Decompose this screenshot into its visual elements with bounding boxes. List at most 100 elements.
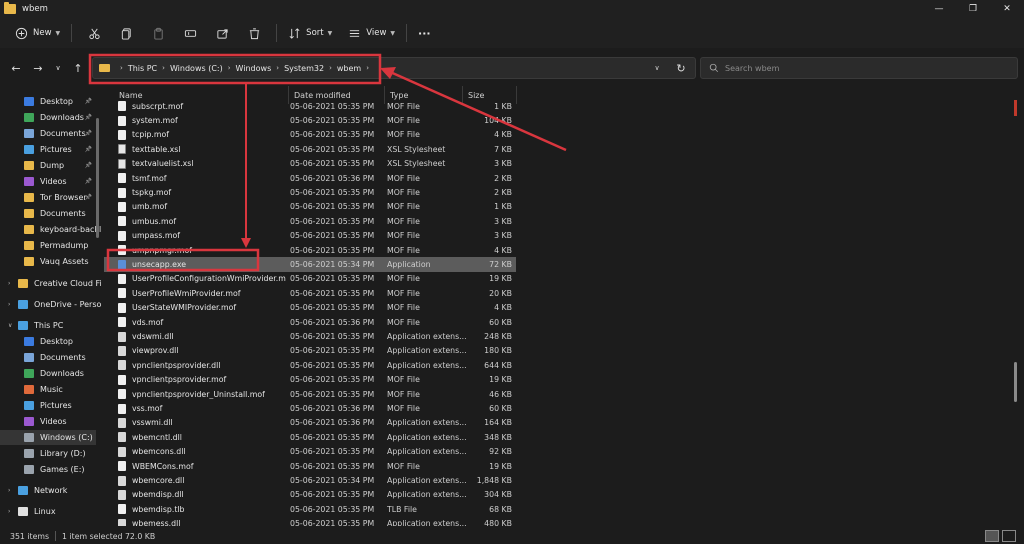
table-row[interactable]: umpass.mof 05-06-2021 05:35 PM MOF File 3 K… — [104, 229, 516, 243]
back-button[interactable]: ← — [8, 60, 24, 76]
sidebar-item-videos[interactable]: Videos — [0, 414, 96, 429]
address-dropdown-button[interactable]: ∨ — [650, 58, 664, 78]
recent-locations-button[interactable]: ∨ — [50, 60, 66, 76]
view-button[interactable]: View ▼ — [343, 22, 400, 44]
tiles-view-button[interactable] — [1002, 530, 1016, 542]
new-button[interactable]: New ▼ — [10, 22, 65, 44]
sidebar-item-pictures[interactable]: Pictures 📌 — [0, 142, 96, 157]
minimize-button[interactable]: — — [922, 0, 956, 18]
sidebar-item-documents[interactable]: Documents 📌 — [0, 126, 96, 141]
delete-button[interactable] — [238, 22, 270, 44]
table-row[interactable]: subscrpt.mof 05-06-2021 05:35 PM MOF File 1… — [104, 99, 516, 113]
share-button[interactable] — [206, 22, 238, 44]
refresh-button[interactable]: ↻ — [672, 58, 690, 78]
file-list-scrollbar[interactable] — [1014, 362, 1017, 402]
file-icon — [118, 417, 126, 428]
table-row[interactable]: vds.mof 05-06-2021 05:36 PM MOF File 60 KB — [104, 315, 516, 329]
sidebar-item-dump[interactable]: Dump 📌 — [0, 158, 96, 173]
table-row[interactable]: unsecapp.exe 05-06-2021 05:34 PM Applicati… — [104, 257, 516, 272]
table-row[interactable]: umbus.mof 05-06-2021 05:35 PM MOF File 3 KB — [104, 214, 516, 228]
expand-chevron-icon[interactable]: › — [8, 487, 10, 494]
sidebar-item-downloads[interactable]: Downloads — [0, 366, 96, 381]
sidebar-item-keyboard-backli[interactable]: keyboard-backli — [0, 222, 102, 237]
table-row[interactable]: vdswmi.dll 05-06-2021 05:35 PM Application… — [104, 329, 516, 343]
table-row[interactable]: vpnclientpsprovider.dll 05-06-2021 05:35 … — [104, 358, 516, 372]
paste-button[interactable] — [142, 22, 174, 44]
sidebar-item-downloads[interactable]: Downloads 📌 — [0, 110, 96, 125]
table-row[interactable]: wbemdisp.tlb 05-06-2021 05:35 PM TLB File 6… — [104, 502, 516, 516]
forward-button[interactable]: → — [30, 60, 46, 76]
table-row[interactable]: texttable.xsl 05-06-2021 05:35 PM XSL Styl… — [104, 142, 516, 156]
sidebar-item-games-e[interactable]: Games (E:) — [0, 462, 96, 477]
table-row[interactable]: textvaluelist.xsl 05-06-2021 05:35 PM XSL … — [104, 157, 516, 171]
sidebar-item-this-pc[interactable]: This PC ∨ — [0, 318, 96, 333]
up-button[interactable]: ↑ — [70, 60, 86, 76]
date-modified: 05-06-2021 05:36 PM — [290, 404, 375, 414]
expand-chevron-icon[interactable]: › — [8, 301, 10, 308]
more-options-button[interactable]: ··· — [413, 22, 436, 44]
table-row[interactable]: UserStateWMIProvider.mof 05-06-2021 05:35… — [104, 301, 516, 315]
breadcrumb-this-pc[interactable]: This PC — [128, 64, 157, 73]
table-row[interactable]: wbemcore.dll 05-06-2021 05:34 PM Applicati… — [104, 473, 516, 487]
sidebar-item-onedrive-persor[interactable]: OneDrive - Persor › — [0, 297, 102, 312]
sidebar-item-permadump[interactable]: Permadump — [0, 238, 96, 253]
address-bar[interactable]: › This PC › Windows (C:) › Windows › Sys… — [92, 57, 696, 79]
table-row[interactable]: vsswmi.dll 05-06-2021 05:36 PM Application… — [104, 416, 516, 430]
table-row[interactable]: tspkg.mof 05-06-2021 05:35 PM MOF File 2 KB — [104, 185, 516, 199]
sidebar-item-tor-browser[interactable]: Tor Browser 📌 — [0, 190, 96, 205]
sidebar-item-linux[interactable]: Linux › — [0, 504, 96, 519]
file-name: tsmf.mof — [132, 173, 167, 183]
table-row[interactable]: wbemcntl.dll 05-06-2021 05:35 PM Applicati… — [104, 430, 516, 444]
sidebar-scrollbar[interactable] — [96, 118, 99, 238]
file-size: 4 KB — [494, 303, 512, 313]
expand-chevron-icon[interactable]: ∨ — [8, 322, 12, 329]
sidebar-item-creative-cloud-fil[interactable]: Creative Cloud Fil › — [0, 276, 102, 291]
sidebar-item-network[interactable]: Network › — [0, 483, 96, 498]
table-row[interactable]: viewprov.dll 05-06-2021 05:35 PM Applicati… — [104, 344, 516, 358]
table-row[interactable]: wbemcons.dll 05-06-2021 05:35 PM Applicati… — [104, 445, 516, 459]
table-row[interactable]: umpnpmgr.mof 05-06-2021 05:35 PM MOF File 4… — [104, 243, 516, 257]
breadcrumb-system32[interactable]: System32 — [284, 64, 324, 73]
table-row[interactable]: WBEMCons.mof 05-06-2021 05:35 PM MOF File 1… — [104, 459, 516, 473]
table-row[interactable]: tcpip.mof 05-06-2021 05:35 PM MOF File 4 KB — [104, 128, 516, 142]
cut-button[interactable] — [78, 22, 110, 44]
copy-button[interactable] — [110, 22, 142, 44]
table-row[interactable]: vss.mof 05-06-2021 05:36 PM MOF File 60 KB — [104, 401, 516, 415]
table-row[interactable]: wbemdisp.dll 05-06-2021 05:35 PM Applicati… — [104, 488, 516, 502]
rename-button[interactable] — [174, 22, 206, 44]
breadcrumb-wbem[interactable]: wbem — [337, 64, 361, 73]
table-row[interactable]: wbemess.dll 05-06-2021 05:35 PM Applicatio… — [104, 517, 516, 526]
sidebar-item-library-d[interactable]: Library (D:) — [0, 446, 96, 461]
sidebar-item-music[interactable]: Music — [0, 382, 96, 397]
sort-button[interactable]: Sort ▼ — [283, 22, 337, 44]
sidebar-item-documents[interactable]: Documents — [0, 350, 96, 365]
table-row[interactable]: system.mof 05-06-2021 05:35 PM MOF File 104… — [104, 113, 516, 127]
expand-chevron-icon[interactable]: › — [8, 508, 10, 515]
sidebar-item-windows-c[interactable]: Windows (C:) — [0, 430, 96, 445]
sidebar-item-pictures[interactable]: Pictures — [0, 398, 96, 413]
search-input[interactable] — [725, 63, 1005, 73]
breadcrumb-windows-c[interactable]: Windows (C:) — [170, 64, 223, 73]
table-row[interactable]: umb.mof 05-06-2021 05:35 PM MOF File 1 KB — [104, 200, 516, 214]
details-view-button[interactable] — [985, 530, 999, 542]
table-row[interactable]: UserProfileWmiProvider.mof 05-06-2021 05:… — [104, 286, 516, 300]
sidebar-item-desktop[interactable]: Desktop — [0, 334, 96, 349]
search-box[interactable] — [700, 57, 1018, 79]
sidebar-item-label: Games (E:) — [40, 465, 85, 474]
maximize-button[interactable]: ❐ — [956, 0, 990, 18]
sidebar-item-documents[interactable]: Documents — [0, 206, 96, 221]
table-row[interactable]: vpnclientpsprovider_Uninstall.mof 05-06-2… — [104, 387, 516, 401]
sidebar-item-desktop[interactable]: Desktop 📌 — [0, 94, 96, 109]
expand-chevron-icon[interactable]: › — [8, 280, 10, 287]
sidebar-item-vauq-assets[interactable]: Vauq Assets — [0, 254, 96, 269]
folder-icon — [24, 177, 34, 186]
file-icon — [118, 158, 126, 169]
table-row[interactable]: UserProfileConfigurationWmiProvider.mof 0… — [104, 272, 516, 286]
sidebar-item-videos[interactable]: Videos 📌 — [0, 174, 96, 189]
breadcrumb-windows[interactable]: Windows — [236, 64, 272, 73]
date-modified: 05-06-2021 05:34 PM — [290, 476, 375, 486]
table-row[interactable]: tsmf.mof 05-06-2021 05:36 PM MOF File 2 KB — [104, 171, 516, 185]
close-button[interactable]: ✕ — [990, 0, 1024, 18]
file-type: MOF File — [387, 288, 420, 298]
table-row[interactable]: vpnclientpsprovider.mof 05-06-2021 05:35 … — [104, 373, 516, 387]
